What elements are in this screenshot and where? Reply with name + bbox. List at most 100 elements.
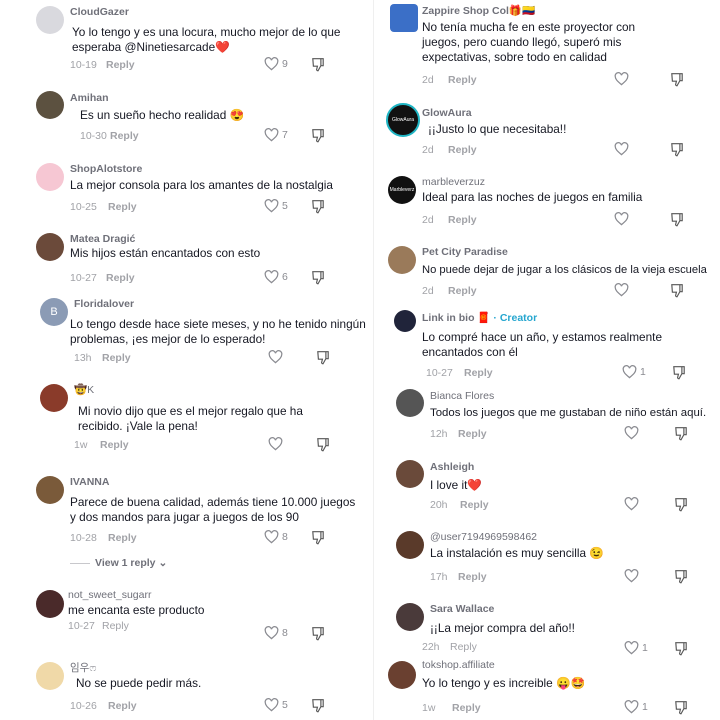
comment-username[interactable]: IVANNA (70, 476, 109, 488)
like-button[interactable] (614, 212, 629, 226)
dislike-icon[interactable] (311, 698, 325, 713)
reply-button[interactable]: Reply (106, 59, 135, 71)
comment-username[interactable]: tokshop.affiliate (422, 659, 495, 671)
like-button[interactable]: 9 (264, 57, 288, 71)
avatar[interactable] (396, 603, 424, 631)
reply-button[interactable]: Reply (464, 367, 493, 379)
dislike-icon[interactable] (311, 530, 325, 545)
reply-button[interactable]: Reply (100, 439, 129, 451)
comment-username[interactable]: Pet City Paradise (422, 246, 508, 258)
avatar[interactable] (36, 590, 64, 618)
avatar[interactable] (36, 163, 64, 191)
like-button[interactable] (624, 426, 639, 440)
like-button[interactable] (268, 437, 283, 451)
dislike-icon[interactable] (670, 72, 684, 87)
like-button[interactable]: 1 (624, 641, 648, 655)
comment-username[interactable]: Zappire Shop Col🎁🇨🇴 (422, 4, 535, 17)
comment-username[interactable]: Bianca Flores (430, 390, 494, 402)
comment-username[interactable]: Ashleigh (430, 461, 474, 473)
dislike-icon[interactable] (674, 641, 688, 656)
comment-text: I love it❤️ (430, 478, 483, 492)
comment-username[interactable]: not_sweet_sugarr (68, 589, 151, 601)
comment-username[interactable]: Sara Wallace (430, 603, 494, 615)
reply-button[interactable]: Reply (448, 74, 477, 86)
dislike-icon[interactable] (316, 350, 330, 365)
reply-button[interactable]: Reply (448, 285, 477, 297)
avatar[interactable] (396, 531, 424, 559)
like-button[interactable]: 8 (264, 626, 288, 640)
like-button[interactable] (624, 497, 639, 511)
reply-button[interactable]: Reply (102, 352, 131, 364)
dislike-icon[interactable] (674, 569, 688, 584)
avatar[interactable]: Marbleverz (388, 176, 416, 204)
like-button[interactable]: 6 (264, 270, 288, 284)
dislike-icon[interactable] (670, 283, 684, 298)
dislike-icon[interactable] (674, 426, 688, 441)
avatar[interactable] (396, 460, 424, 488)
like-button[interactable]: 5 (264, 698, 288, 712)
reply-button[interactable]: Reply (108, 700, 137, 712)
view-replies-button[interactable]: View 1 reply ⌄ (95, 557, 167, 569)
reply-button[interactable]: Reply (106, 272, 135, 284)
like-button[interactable]: 8 (264, 530, 288, 544)
avatar[interactable] (36, 6, 64, 34)
like-button[interactable]: 7 (264, 128, 288, 142)
avatar[interactable] (390, 4, 418, 32)
avatar[interactable] (36, 476, 64, 504)
like-button[interactable] (614, 72, 629, 86)
comment-username[interactable]: 🤠K (74, 383, 94, 396)
heart-icon (268, 437, 283, 451)
dislike-icon[interactable] (311, 270, 325, 285)
reply-button[interactable]: Reply (448, 214, 477, 226)
dislike-icon[interactable] (311, 199, 325, 214)
avatar[interactable] (388, 246, 416, 274)
dislike-icon[interactable] (311, 57, 325, 72)
dislike-icon[interactable] (672, 365, 686, 380)
avatar[interactable] (394, 310, 416, 332)
dislike-icon[interactable] (674, 497, 688, 512)
comment-username[interactable]: Floridalover (74, 298, 134, 310)
dislike-icon[interactable] (670, 142, 684, 157)
dislike-icon[interactable] (674, 700, 688, 715)
comment-text: Todos los juegos que me gustaban de niño… (430, 407, 707, 419)
reply-button[interactable]: Reply (450, 641, 477, 653)
comment-username[interactable]: CloudGazer (70, 6, 129, 18)
avatar[interactable] (40, 384, 68, 412)
reply-button[interactable]: Reply (458, 428, 487, 440)
like-button[interactable] (268, 350, 283, 364)
like-button[interactable]: 5 (264, 199, 288, 213)
avatar[interactable]: B (40, 298, 68, 326)
avatar[interactable] (36, 233, 64, 261)
like-button[interactable]: 1 (624, 700, 648, 714)
comment-username[interactable]: Link in bio 🧧 · Creator (422, 311, 537, 324)
reply-button[interactable]: Reply (448, 144, 477, 156)
reply-button[interactable]: Reply (102, 620, 129, 632)
like-button[interactable]: 1 (622, 365, 646, 379)
reply-button[interactable]: Reply (452, 702, 481, 714)
comment-username[interactable]: ShopAlotstore (70, 163, 142, 175)
reply-button[interactable]: Reply (110, 130, 139, 142)
heart-icon (614, 283, 629, 297)
comment-username[interactable]: GlowAura (422, 107, 472, 119)
avatar[interactable] (36, 662, 64, 690)
reply-button[interactable]: Reply (458, 571, 487, 583)
avatar[interactable] (396, 389, 424, 417)
comment-username[interactable]: @user7194969598462 (430, 531, 537, 543)
comment-username[interactable]: 임우ෆ (70, 660, 96, 675)
reply-button[interactable]: Reply (108, 532, 137, 544)
dislike-icon[interactable] (316, 437, 330, 452)
comment-username[interactable]: Matea Dragić (70, 233, 135, 245)
avatar[interactable] (36, 91, 64, 119)
like-button[interactable] (614, 283, 629, 297)
avatar[interactable]: GlowAura (386, 103, 420, 137)
reply-button[interactable]: Reply (108, 201, 137, 213)
dislike-icon[interactable] (311, 128, 325, 143)
comment-username[interactable]: marbleverzuz (422, 176, 485, 188)
comment-username[interactable]: Amihan (70, 92, 109, 104)
like-button[interactable] (624, 569, 639, 583)
dislike-icon[interactable] (311, 626, 325, 641)
reply-button[interactable]: Reply (460, 499, 489, 511)
avatar[interactable] (388, 661, 416, 689)
like-button[interactable] (614, 142, 629, 156)
dislike-icon[interactable] (670, 212, 684, 227)
